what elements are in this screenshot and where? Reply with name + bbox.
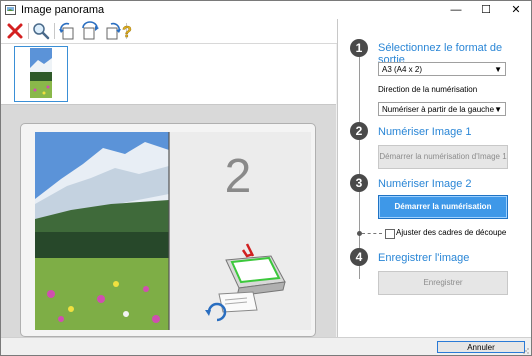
footer-bar: Annuler	[1, 337, 531, 355]
scan-image-1-button[interactable]: Démarrer la numérisation d'Image 1	[378, 145, 508, 169]
toolbar-separator	[54, 23, 55, 39]
close-button[interactable]: ✕	[501, 1, 531, 19]
steps-connector	[359, 49, 360, 279]
window-title: Image panorama	[21, 4, 105, 16]
zoom-icon[interactable]	[31, 21, 51, 41]
toolbar-separator	[28, 23, 29, 39]
save-button[interactable]: Enregistrer	[378, 271, 508, 295]
scanned-image-1	[35, 132, 169, 330]
rotate-left-icon[interactable]	[57, 21, 77, 41]
svg-text:?: ?	[122, 24, 132, 41]
step-3-number: 3	[350, 174, 368, 192]
step-4-title: Enregistrer l'image	[378, 252, 470, 264]
step-3-title: Numériser Image 2	[378, 178, 472, 190]
preview-area: 2	[1, 105, 336, 341]
delete-icon[interactable]	[5, 21, 25, 41]
maximize-button[interactable]: ☐	[471, 1, 501, 19]
thumbnail-image	[30, 48, 52, 98]
title-bar: Image panorama — ☐ ✕	[1, 1, 531, 19]
step-1-number: 1	[350, 39, 368, 57]
step-4-number: 4	[350, 248, 368, 266]
chevron-down-icon: ▼	[494, 65, 502, 74]
help-icon[interactable]: ?	[117, 21, 137, 41]
step-2-number: 2	[350, 122, 368, 140]
scan-direction-select[interactable]: Numériser à partir de la gauche ▼	[378, 102, 506, 116]
app-icon	[5, 5, 16, 15]
step-marker-line	[362, 233, 382, 234]
resize-grip-icon[interactable]	[523, 348, 529, 354]
scan-direction-label: Direction de la numérisation	[378, 85, 478, 94]
image-panorama-window: Image panorama — ☐ ✕ ? 2 1 Sélectionnez …	[0, 0, 532, 356]
preview-frame: 2	[20, 123, 316, 337]
chevron-down-icon: ▼	[494, 105, 502, 114]
scan-image-2-button[interactable]: Démarrer la numérisation d'Image 2	[378, 195, 508, 233]
output-format-select[interactable]: A3 (A4 x 2) ▼	[378, 62, 506, 76]
rotate-right-180-icon[interactable]	[80, 21, 100, 41]
placeholder-number: 2	[225, 150, 252, 203]
scan-direction-value: Numériser à partir de la gauche	[382, 105, 495, 114]
thumbnail-strip	[1, 44, 336, 105]
preview-canvas: 2	[35, 132, 311, 330]
adjust-crop-frames-checkbox[interactable]	[385, 229, 395, 239]
adjust-crop-frames-label: Ajuster des cadres de découpe	[396, 228, 507, 237]
cancel-button[interactable]: Annuler	[437, 341, 525, 353]
image-thumbnail[interactable]	[14, 46, 68, 102]
steps-panel: 1 Sélectionnez le format de sortie A3 (A…	[337, 19, 531, 337]
output-format-value: A3 (A4 x 2)	[382, 65, 423, 74]
minimize-button[interactable]: —	[441, 1, 471, 19]
step-2-title: Numériser Image 1	[378, 126, 472, 138]
